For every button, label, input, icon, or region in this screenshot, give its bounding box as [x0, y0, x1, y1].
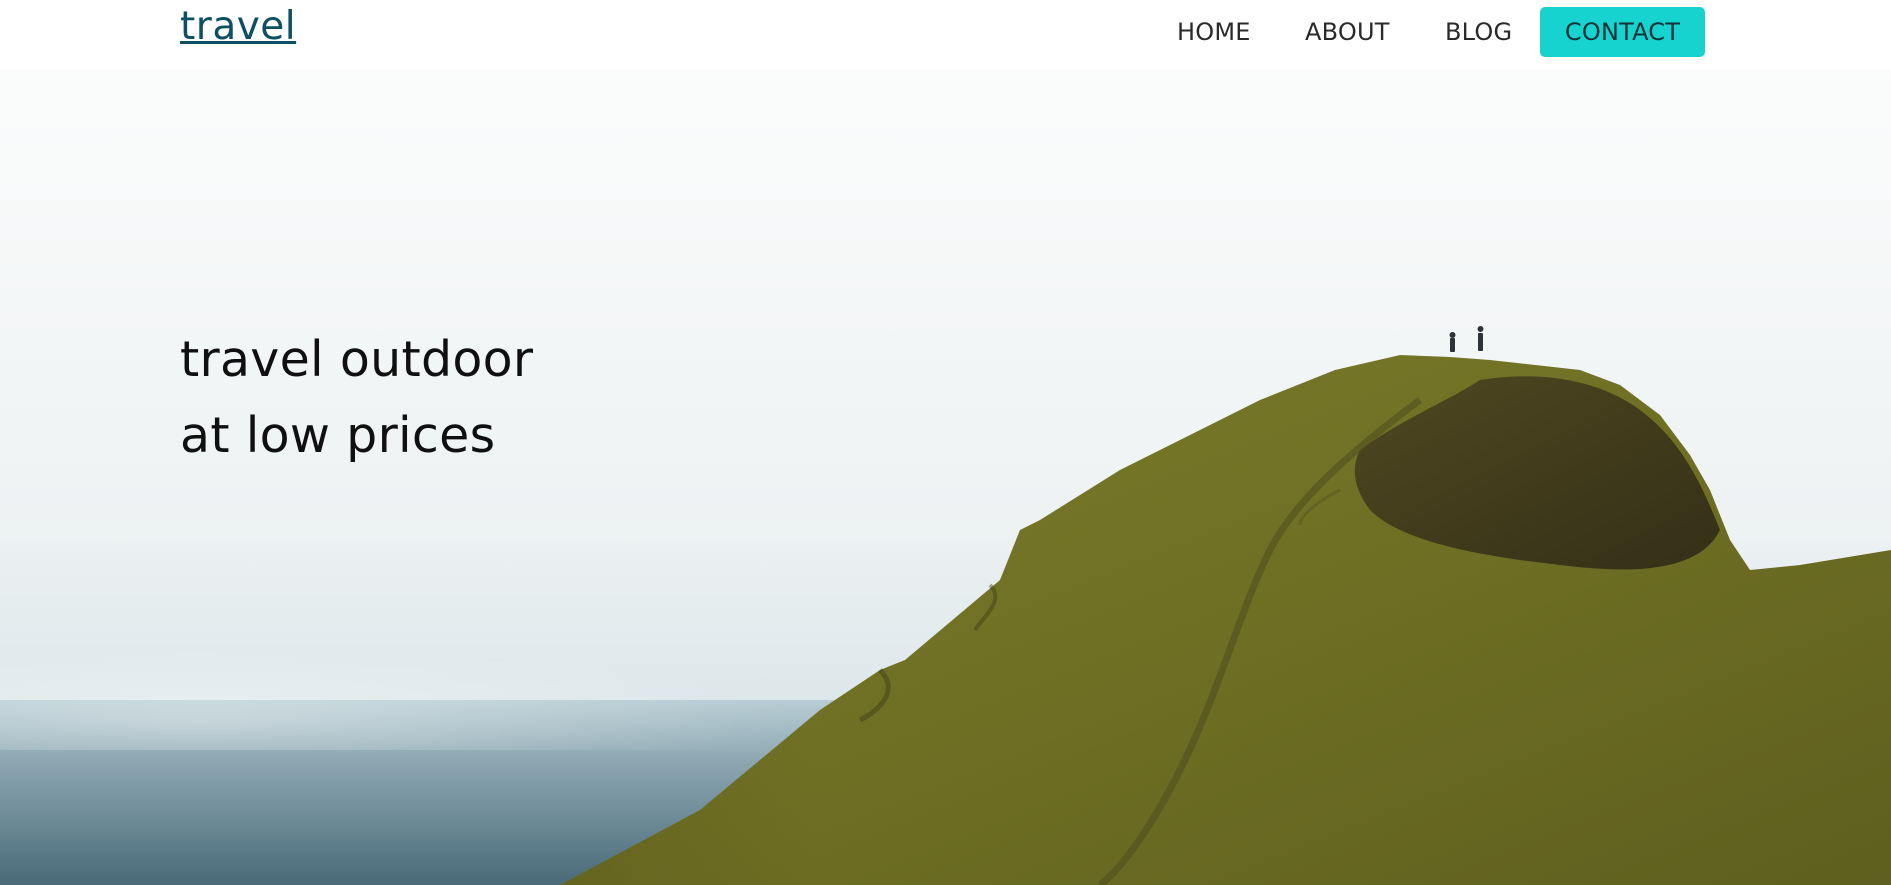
hero-headline: travel outdoor at low prices	[180, 322, 533, 474]
hero-landscape-image	[0, 70, 1891, 885]
contact-button[interactable]: CONTACT	[1540, 7, 1705, 57]
hero-section: travel outdoor at low prices	[0, 70, 1891, 885]
hero-headline-line1: travel outdoor	[180, 331, 534, 388]
main-nav: HOME ABOUT BLOG CONTACT	[0, 7, 1891, 57]
site-header: travel HOME ABOUT BLOG CONTACT	[0, 0, 1891, 70]
nav-home-link[interactable]: HOME	[1177, 7, 1251, 57]
hero-headline-line2: at low prices	[180, 407, 496, 464]
nav-about-link[interactable]: ABOUT	[1305, 7, 1390, 57]
nav-blog-link[interactable]: BLOG	[1445, 7, 1512, 57]
